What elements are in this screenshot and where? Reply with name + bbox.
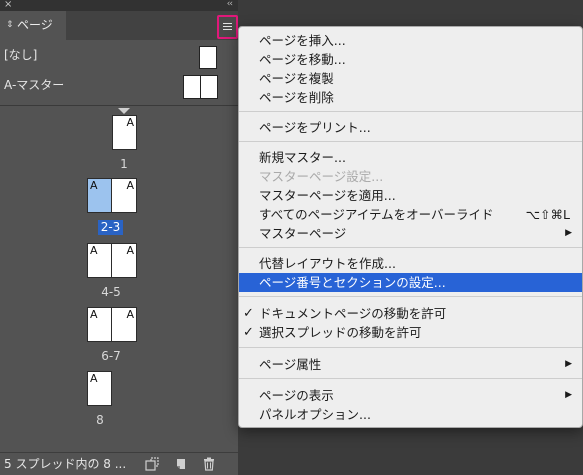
menu-item-override-all[interactable]: すべてのページアイテムをオーバーライド ⌥⇧⌘L: [239, 205, 582, 224]
menu-item-panel-options[interactable]: パネルオプション...: [239, 405, 582, 424]
panel-tab-bar: ⇕ ページ: [0, 11, 238, 40]
master-thumbnail[interactable]: [199, 46, 217, 69]
page-master-letter: A: [126, 116, 134, 129]
page-thumbnail[interactable]: A: [87, 243, 112, 278]
spread-label: 1: [120, 157, 128, 171]
menu-item-label: 新規マスター...: [259, 150, 346, 165]
menu-item-label: マスターページを適用...: [259, 188, 396, 203]
menu-item-label: ページ番号とセクションの設定...: [259, 275, 446, 290]
menu-item-label: ページを挿入...: [259, 33, 346, 48]
master-thumbnail-right[interactable]: [200, 75, 218, 99]
menu-item-label: 代替レイアウトを作成...: [259, 256, 396, 271]
spread-label-selected: 2-3: [98, 220, 123, 235]
menu-item-move-pages[interactable]: ページを移動...: [239, 50, 582, 69]
spread-label: 4-5: [101, 285, 121, 299]
panel-divider: [0, 105, 238, 106]
menu-item-label: ドキュメントページの移動を許可: [259, 306, 447, 321]
menu-separator: [239, 296, 582, 297]
edit-page-size-icon[interactable]: [145, 457, 161, 475]
panel-context-menu: ページを挿入... ページを移動... ページを複製 ページを削除 ページをプリ…: [238, 26, 583, 428]
check-icon: ✓: [243, 306, 254, 321]
page-master-letter: A: [126, 244, 134, 257]
menu-item-label: パネルオプション...: [259, 407, 371, 422]
menu-item-allow-selected-spread-shuffle[interactable]: ✓ 選択スプレッドの移動を許可: [239, 323, 582, 342]
hamburger-icon-line: [223, 26, 232, 27]
page-thumbnail[interactable]: A: [112, 115, 137, 150]
menu-item-label: ページの表示: [259, 388, 334, 403]
page-master-letter: A: [90, 244, 98, 257]
submenu-arrow-icon: ▶: [565, 228, 572, 238]
menu-separator: [239, 378, 582, 379]
menu-item-insert-pages[interactable]: ページを挿入...: [239, 31, 582, 50]
page-thumbnail[interactable]: A: [111, 243, 137, 278]
menu-item-delete-page[interactable]: ページを削除: [239, 88, 582, 107]
master-row-a-master[interactable]: A-マスター: [0, 72, 238, 100]
spread-label: 8: [96, 413, 104, 427]
menu-item-allow-document-pages-shuffle[interactable]: ✓ ドキュメントページの移動を許可: [239, 304, 582, 323]
master-label: [なし]: [4, 48, 38, 62]
check-icon: ✓: [243, 325, 254, 340]
menu-item-page-attributes-submenu[interactable]: ページ属性 ▶: [239, 355, 582, 374]
menu-item-print-pages[interactable]: ページをプリント...: [239, 118, 582, 137]
page-thumbnail[interactable]: A: [111, 178, 137, 213]
page-master-letter: A: [126, 308, 134, 321]
menu-item-label: ページを削除: [259, 90, 334, 105]
menu-item-label: マスターページ: [259, 226, 347, 241]
spread-label: 6-7: [101, 349, 121, 363]
menu-item-numbering-section-options[interactable]: ページ番号とセクションの設定...: [239, 273, 582, 292]
menu-item-create-alternate-layout[interactable]: 代替レイアウトを作成...: [239, 254, 582, 273]
master-row-none[interactable]: [なし]: [0, 42, 238, 70]
trash-icon[interactable]: [203, 457, 215, 475]
menu-item-label: ページ属性: [259, 357, 322, 372]
page-thumbnail[interactable]: A: [111, 307, 137, 342]
menu-item-label: ページを複製: [259, 71, 334, 86]
new-page-icon[interactable]: [175, 457, 187, 475]
page-thumbnail[interactable]: A: [87, 307, 112, 342]
menu-separator: [239, 141, 582, 142]
page-master-letter: A: [90, 179, 98, 192]
submenu-arrow-icon: ▶: [565, 359, 572, 369]
status-text: 5 スプレッド内の 8 ...: [4, 457, 127, 471]
menu-separator: [239, 247, 582, 248]
page-master-letter: A: [90, 308, 98, 321]
submenu-arrow-icon: ▶: [565, 390, 572, 400]
menu-separator: [239, 347, 582, 348]
menu-item-label: すべてのページアイテムをオーバーライド: [259, 207, 494, 222]
menu-item-view-pages-submenu[interactable]: ページの表示 ▶: [239, 386, 582, 405]
menu-item-label: マスターページ設定...: [259, 169, 384, 184]
pages-panel: × ‹‹ ⇕ ページ [なし] A-マスター A 1 A A 2-3 A A 4…: [0, 0, 238, 475]
menu-separator: [239, 111, 582, 112]
collapse-panel-icon[interactable]: ‹‹: [227, 0, 233, 10]
menu-item-new-master[interactable]: 新規マスター...: [239, 148, 582, 167]
hamburger-icon-line: [223, 29, 232, 30]
spread-pointer-icon: [118, 108, 130, 114]
menu-item-shortcut: ⌥⇧⌘L: [525, 207, 570, 222]
panel-menu-button[interactable]: [217, 15, 238, 39]
close-icon[interactable]: ×: [4, 0, 12, 10]
tab-pages-label: ページ: [17, 18, 53, 32]
page-thumbnail[interactable]: A: [87, 371, 112, 406]
menu-item-master-options: マスターページ設定...: [239, 167, 582, 186]
hamburger-icon: [223, 23, 232, 24]
menu-item-apply-master[interactable]: マスターページを適用...: [239, 186, 582, 205]
panel-title-strip: × ‹‹: [0, 0, 238, 11]
menu-item-label: ページをプリント...: [259, 120, 371, 135]
page-master-letter: A: [126, 179, 134, 192]
menu-item-master-pages-submenu[interactable]: マスターページ ▶: [239, 224, 582, 243]
master-label: A-マスター: [4, 78, 65, 92]
panel-footer: 5 スプレッド内の 8 ...: [0, 452, 238, 475]
menu-item-label: ページを移動...: [259, 52, 346, 67]
menu-item-label: 選択スプレッドの移動を許可: [259, 325, 422, 340]
tab-pages[interactable]: ⇕ ページ: [0, 11, 66, 40]
tab-expand-arrows-icon: ⇕: [6, 20, 14, 30]
menu-item-duplicate-page[interactable]: ページを複製: [239, 69, 582, 88]
master-thumbnail-left[interactable]: [183, 75, 201, 99]
page-thumbnail-selected[interactable]: A: [87, 178, 112, 213]
page-master-letter: A: [90, 372, 98, 385]
